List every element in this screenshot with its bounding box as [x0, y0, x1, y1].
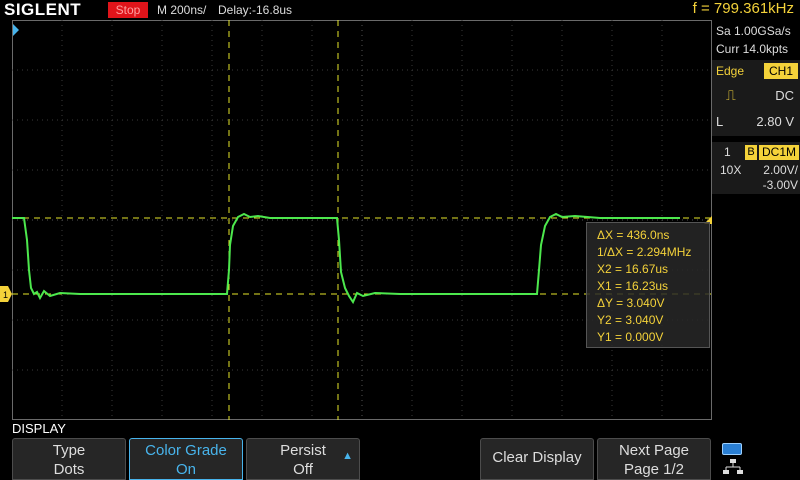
- channel1-ground-marker: 1: [0, 286, 12, 302]
- softkey-color-grade-label: Color Grade: [145, 442, 227, 459]
- channel1-panel[interactable]: 1 B DC1M 10X 2.00V/ -3.00V: [712, 142, 800, 194]
- vertical-offset: -3.00V: [762, 178, 798, 192]
- trigger-source-badge: CH1: [764, 63, 798, 79]
- sample-rate: Sa 1.00GSa/s: [716, 24, 791, 38]
- trigger-level-value: 2.80 V: [756, 114, 794, 129]
- softkey-type-value: Dots: [53, 461, 85, 478]
- trigger-position-marker: [13, 24, 19, 36]
- bandwidth-limit-badge: B: [745, 145, 757, 160]
- cursor-dx: ΔX = 436.0ns: [597, 228, 670, 242]
- network-icon: [723, 459, 743, 474]
- cursor-y1: Y1 = 0.000V: [597, 330, 664, 344]
- memory-depth: Curr 14.0kpts: [716, 42, 789, 56]
- graticule: [12, 20, 712, 420]
- softkey-clear-display-label: Clear Display: [492, 449, 582, 466]
- softkey-color-grade-value: On: [175, 461, 196, 478]
- softkey-type-label: Type: [52, 442, 86, 459]
- softkey-next-page-label: Next Page: [618, 442, 690, 459]
- channel1-marker-label: 1: [3, 290, 8, 300]
- cursor-inv-dx: 1/ΔX = 2.294MHz: [597, 245, 692, 259]
- usb-status-icon: [722, 443, 742, 455]
- cursor-dy: ΔY = 3.040V: [597, 296, 665, 310]
- rising-edge-icon: ⎍: [726, 87, 736, 103]
- softkey-next-page[interactable]: Next Page Page 1/2: [597, 438, 711, 480]
- trigger-panel[interactable]: Edge CH1 ⎍ DC L 2.80 V: [712, 60, 800, 136]
- channel-coupling-badge: DC1M: [759, 145, 799, 160]
- probe-attenuation: 10X: [720, 163, 742, 177]
- softkey-color-grade[interactable]: Color Grade On: [129, 438, 243, 480]
- channel1-trace: [12, 212, 680, 305]
- softkey-type[interactable]: Type Dots: [12, 438, 126, 480]
- knob-adjust-icon: ▲: [342, 450, 353, 462]
- trigger-coupling: DC: [775, 88, 794, 103]
- cursor-readout-panel: ΔX = 436.0ns 1/ΔX = 2.294MHz X2 = 16.67u…: [586, 222, 710, 348]
- softkey-persist[interactable]: Persist Off ▲: [246, 438, 360, 480]
- vertical-scale: 2.00V/: [763, 163, 798, 177]
- cursor-x1: X1 = 16.23us: [597, 279, 669, 293]
- softkey-next-page-value: Page 1/2: [623, 461, 685, 478]
- softkey-clear-display[interactable]: Clear Display: [480, 438, 594, 480]
- cursor-y2: Y2 = 3.040V: [597, 313, 664, 327]
- trigger-level-label: L: [716, 114, 724, 129]
- trigger-type: Edge: [716, 64, 745, 78]
- menu-title: DISPLAY: [12, 421, 66, 436]
- cursor-x2: X2 = 16.67us: [597, 262, 669, 276]
- channel-number: 1: [724, 145, 731, 159]
